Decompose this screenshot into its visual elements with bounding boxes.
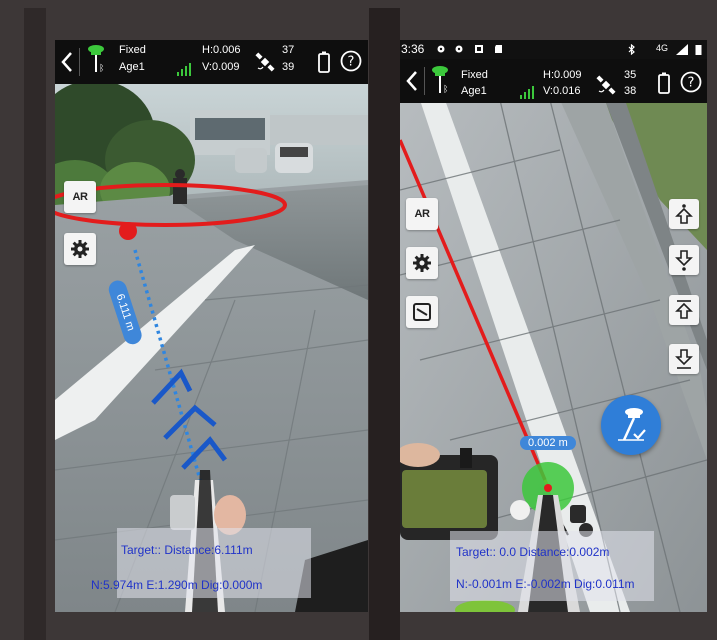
move-down-button[interactable] xyxy=(669,245,699,275)
down-to-bottom-icon xyxy=(675,349,693,369)
battery-icon xyxy=(318,51,330,73)
network-type: 4G xyxy=(656,43,669,53)
gnss-receiver-icon: ᛒ xyxy=(432,66,448,95)
move-up-button[interactable] xyxy=(669,199,699,229)
clock: 3:36 xyxy=(401,42,425,56)
help-icon[interactable]: ? xyxy=(680,71,702,93)
back-arrow-icon[interactable] xyxy=(59,49,75,75)
fix-status: Fixed xyxy=(119,44,146,56)
bluetooth-icon xyxy=(628,44,635,55)
dot-up-arrow-icon xyxy=(675,204,693,224)
ar-camera-view xyxy=(400,99,707,612)
separator xyxy=(79,48,80,76)
h-precision: H:0.009 xyxy=(543,69,582,81)
divider-strip xyxy=(369,8,400,640)
settings-button[interactable] xyxy=(64,233,96,265)
ar-button[interactable]: AR xyxy=(406,198,438,230)
distance-tag: 0.002 m xyxy=(520,436,576,450)
phone-screen-left: 6.111 m ᛒ Fixed Age1 H:0.006 V:0.009 37 … xyxy=(55,40,368,612)
svg-text:?: ? xyxy=(348,55,355,70)
age-label: Age1 xyxy=(461,85,487,97)
gnss-receiver-icon: ᛒ xyxy=(88,45,104,74)
svg-text:?: ? xyxy=(688,76,695,91)
status-toolbar: ᛒ Fixed Age1 H:0.006 V:0.009 37 39 ? xyxy=(55,40,368,84)
sd-card-icon xyxy=(495,45,502,53)
app-notification-icon xyxy=(475,45,483,53)
satellites-visible: 38 xyxy=(624,85,637,97)
fix-status: Fixed xyxy=(461,69,488,81)
satellites-visible: 39 xyxy=(282,61,295,73)
coordinate-text: N:5.974m E:1.290m Dig:0.000m xyxy=(91,578,263,592)
svg-text:ᛒ: ᛒ xyxy=(99,63,104,74)
dot-down-arrow-icon xyxy=(675,250,693,271)
status-toolbar: ᛒ Fixed Age1 H:0.009 V:0.016 35 38 ? xyxy=(400,59,707,103)
move-to-bottom-button[interactable] xyxy=(669,344,699,374)
gear-notification-icon xyxy=(437,45,445,53)
calibrate-button[interactable] xyxy=(406,296,438,328)
coordinate-text: N:-0.001m E:-0.002m Dig:0.011m xyxy=(456,577,635,591)
help-icon[interactable]: ? xyxy=(340,50,362,72)
system-status-bar: 3:36 4G xyxy=(400,40,707,59)
gear-icon xyxy=(71,240,89,258)
age-label: Age1 xyxy=(119,61,145,73)
ar-label: AR xyxy=(72,191,88,203)
target-distance-text: Target:: 0.0 Distance:0.002m xyxy=(456,545,610,559)
stakeout-info-panel: Target:: Distance:6.111m N:5.974m E:1.29… xyxy=(91,528,311,598)
v-precision: V:0.009 xyxy=(202,61,240,73)
cell-signal-icon xyxy=(676,44,688,55)
satellites-used: 35 xyxy=(624,69,637,81)
satellite-icon xyxy=(255,52,275,72)
h-precision: H:0.006 xyxy=(202,44,241,56)
gear-icon xyxy=(413,254,431,272)
up-to-top-icon xyxy=(675,300,693,319)
ar-camera-view xyxy=(55,80,368,612)
stake-confirm-button[interactable] xyxy=(601,395,661,455)
ar-label: AR xyxy=(414,208,430,220)
calibrate-icon xyxy=(413,303,431,321)
signal-bars-icon xyxy=(177,63,191,76)
phone-screen-right: 3:36 4G ᛒ Fixed Age1 H:0.009 V:0.016 35 … xyxy=(400,40,707,612)
left-border xyxy=(24,8,46,640)
separator xyxy=(424,67,425,95)
battery-icon xyxy=(658,72,670,94)
stakeout-info-panel: Target:: 0.0 Distance:0.002m N:-0.001m E… xyxy=(450,531,654,601)
back-arrow-icon[interactable] xyxy=(404,68,420,94)
target-distance-text: Target:: Distance:6.111m xyxy=(121,543,253,557)
settings-button[interactable] xyxy=(406,247,438,279)
battery-status-icon xyxy=(695,45,702,55)
gear-notification-icon xyxy=(455,45,463,53)
v-precision: V:0.016 xyxy=(543,85,581,97)
move-to-top-button[interactable] xyxy=(669,295,699,325)
signal-bars-icon xyxy=(520,86,534,99)
survey-pole-check-icon xyxy=(618,408,646,441)
svg-text:ᛒ: ᛒ xyxy=(443,84,448,95)
satellite-icon xyxy=(596,75,616,95)
ar-button[interactable]: AR xyxy=(64,181,96,213)
satellites-used: 37 xyxy=(282,44,295,56)
